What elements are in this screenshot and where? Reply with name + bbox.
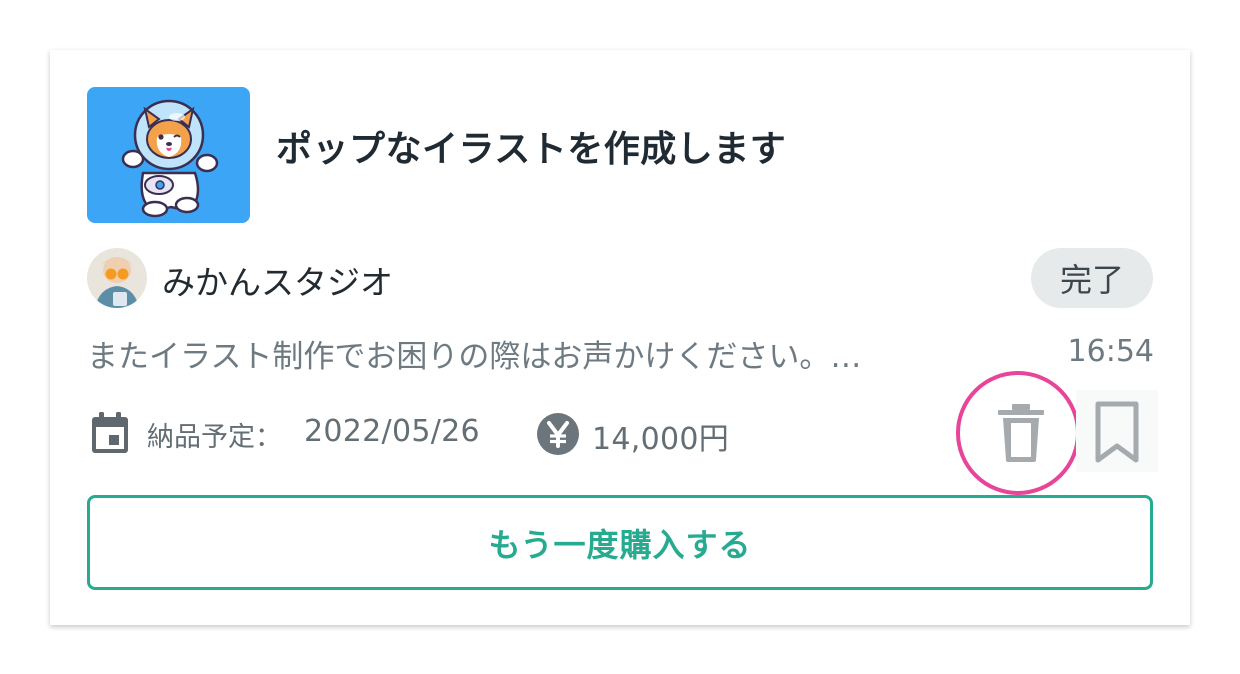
delivery-label: 納品予定： [147,422,282,453]
seller-avatar-photo [87,248,147,308]
seller-name[interactable]: みかんスタジオ [162,256,393,304]
order-card[interactable]: ポップなイラストを作成します みかんスタジオ 完了 またイラスト制作でお困りの際… [50,50,1190,625]
status-badge: 完了 [1031,248,1153,308]
delivery-date: 2022/05/26 [304,414,480,449]
delete-button[interactable] [980,390,1062,472]
seller-avatar[interactable] [87,248,147,308]
corgi-astronaut-illustration [87,87,250,223]
bookmark-icon [1095,401,1139,463]
rebuy-button[interactable]: もう一度購入する [87,495,1153,590]
order-price: 14,000円 [592,422,730,457]
calendar-icon [90,411,130,455]
trash-icon [998,404,1044,462]
order-title[interactable]: ポップなイラストを作成します [276,120,786,172]
yen-icon [536,412,580,456]
message-time: 16:54 [1067,334,1154,369]
order-thumbnail[interactable] [87,87,250,223]
bookmark-button[interactable] [1076,390,1158,472]
last-message-preview: またイラスト制作でお困りの際はお声かけください。… [87,339,862,375]
